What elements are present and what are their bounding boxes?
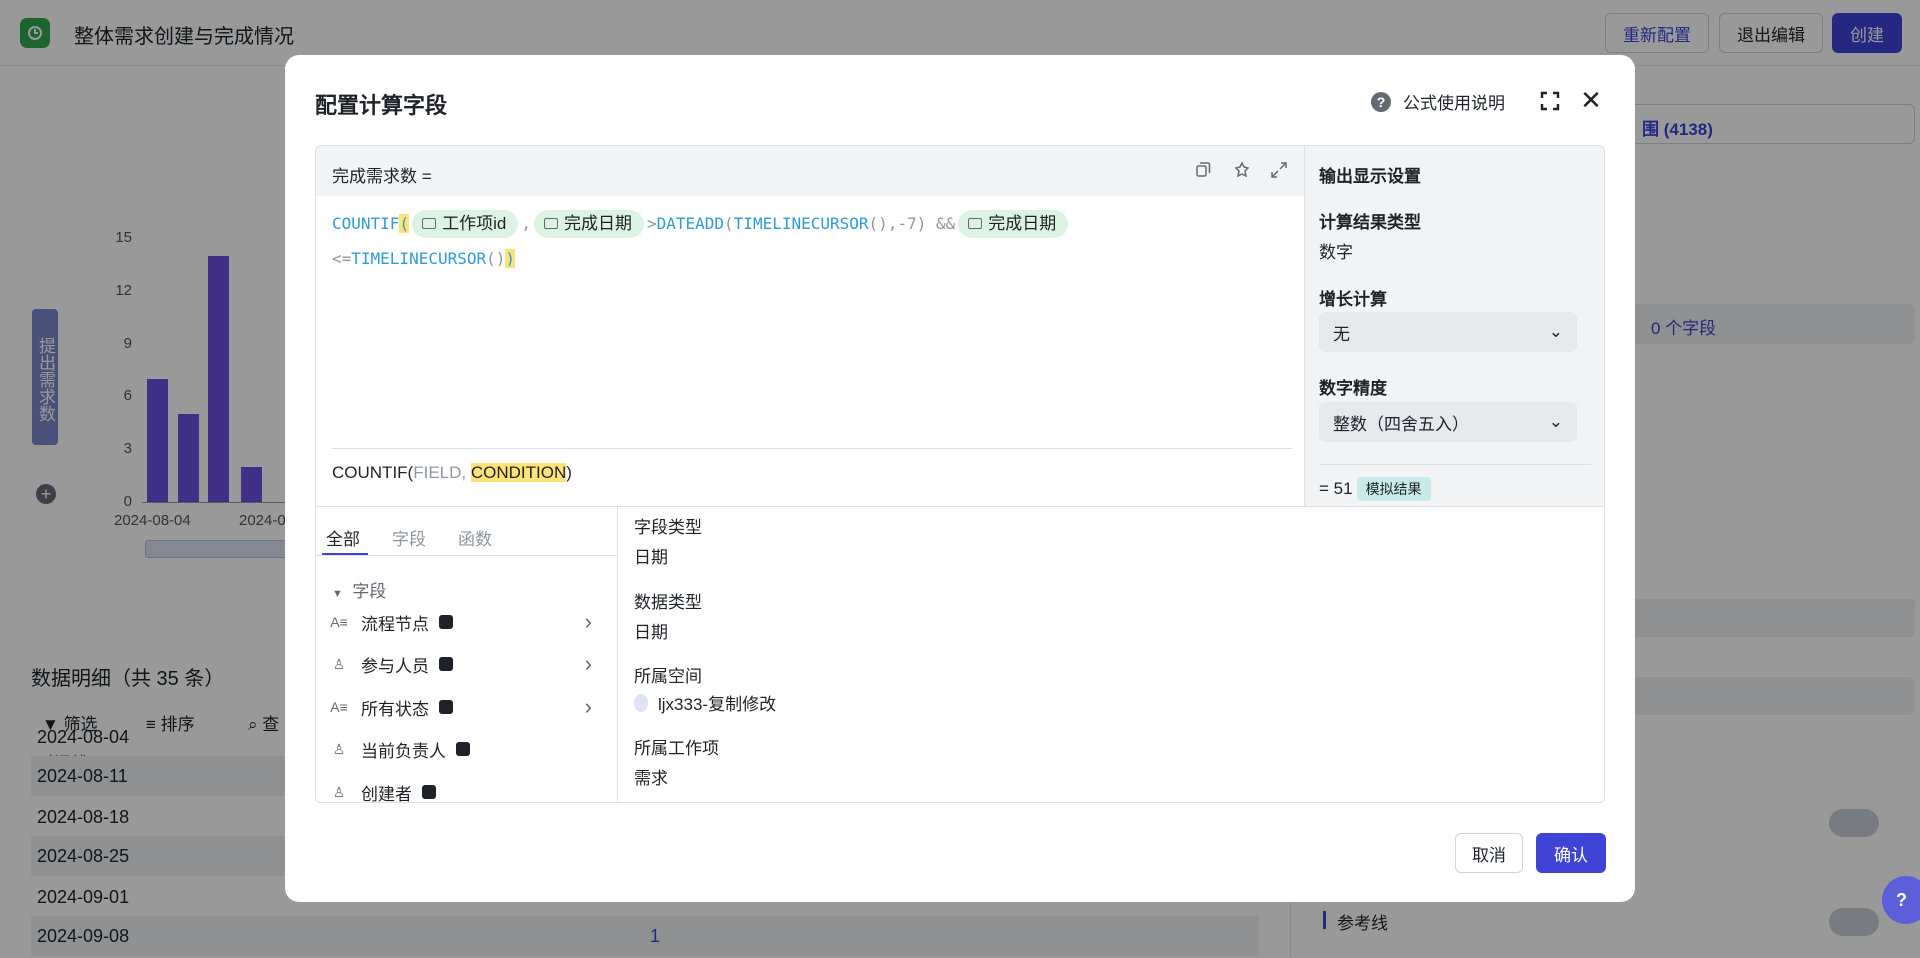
simulated-result: = 51 模拟结果 [1319,464,1591,501]
field-item[interactable]: A≡ 所有状态 › [330,689,612,725]
output-settings-title: 输出显示设置 [1319,167,1421,186]
text-field-icon: A≡ [330,699,348,715]
field-properties: 字段类型 日期 数据类型 日期 所属空间 ljx333-复制修改 所属工作项 需… [618,506,1604,802]
divider [316,555,617,556]
workitem-value: 需求 [634,769,668,788]
simulated-tag: 模拟结果 [1356,477,1431,501]
help-icon: ? [1371,91,1391,112]
precision-select[interactable]: 整数（四舍五入） ⌄ [1319,402,1577,442]
growth-label: 增长计算 [1319,290,1387,309]
field-item[interactable]: ♙ 当前负责人 [330,731,612,767]
field-chip-label: 完成日期 [988,214,1057,233]
tab-all[interactable]: 全部 [326,525,360,550]
field-chip[interactable]: 完成日期 [958,210,1069,238]
database-icon [422,785,436,799]
database-icon [439,700,453,714]
code-token: COUNTIF [332,214,400,233]
field-type-value: 日期 [634,548,668,567]
field-type-label: 字段类型 [634,518,702,537]
field-chip[interactable]: 工作项id [412,210,519,238]
chevron-right-icon: › [584,609,592,634]
function-signature: COUNTIF(FIELD, CONDITION) [332,448,1292,483]
database-icon [456,742,470,756]
dialog-title: 配置计算字段 [315,93,448,118]
cancel-button[interactable]: 取消 [1455,833,1523,873]
code-token: TIMELINECURSOR [733,214,869,233]
result-type-label: 计算结果类型 [1319,213,1421,232]
field-item[interactable]: A≡ 流程节点 › [330,604,612,640]
formula-code[interactable]: COUNTIF(工作项id, 完成日期 >DATEADD(TIMELINECURSO… [332,206,1292,276]
result-type-value: 数字 [1319,243,1353,262]
user-field-icon: ♙ [332,655,346,672]
code-token: () [486,249,506,268]
space-value: ljx333-复制修改 [634,690,776,715]
space-label: 所属空间 [634,667,702,686]
user-field-icon: ♙ [332,783,346,800]
code-token: (), [868,214,898,233]
database-icon [439,657,453,671]
close-icon[interactable]: ✕ [1579,87,1603,113]
formula-name: 完成需求数 = [332,167,432,186]
code-token: <= [332,249,352,268]
code-token: DATEADD [656,214,725,233]
space-avatar-icon [634,693,648,712]
precision-label: 数字精度 [1319,379,1387,398]
user-field-icon: ♙ [332,740,346,757]
field-section-header[interactable]: ▼ 字段 [332,577,386,602]
output-settings: 输出显示设置 计算结果类型 数字 增长计算 无 ⌄ 数字精度 整数（四舍五入） ⌄ … [1304,146,1604,506]
code-token: ) [505,249,516,268]
chevron-right-icon: › [584,694,592,719]
formula-help-link[interactable]: ? 公式使用说明 [1371,89,1505,114]
field-chip-label: 工作项id [442,214,507,233]
expand-editor-icon[interactable] [1270,161,1290,181]
copy-icon[interactable] [1194,161,1214,181]
field-browser: 全部 字段 函数 ▼ 字段 A≡ 流程节点 › ♙ 参与人员 › A≡ 所有状态 › ♙ 当前… [316,506,618,802]
fullscreen-icon[interactable] [1540,91,1560,111]
database-icon [439,615,453,629]
data-type-value: 日期 [634,623,668,642]
text-field-icon: A≡ [330,614,348,630]
confirm-button[interactable]: 确认 [1536,833,1606,873]
code-token: TIMELINECURSOR [351,249,487,268]
help-label: 公式使用说明 [1403,94,1505,113]
field-item[interactable]: ♙ 创建者 [330,774,612,802]
data-type-label: 数据类型 [634,593,702,612]
workitem-label: 所属工作项 [634,739,719,758]
code-token: > [646,214,657,233]
field-chip[interactable]: 完成日期 [533,210,644,238]
code-token: -7) [897,214,927,233]
chevron-down-icon: ⌄ [1548,322,1563,341]
tab-fields[interactable]: 字段 [392,525,426,550]
tab-functions[interactable]: 函数 [458,525,492,550]
calc-field-dialog: 配置计算字段 ? 公式使用说明 ✕ 完成需求数 = COUNTIF(工作项id,… [285,55,1635,902]
chevron-down-icon: ⌄ [1548,412,1563,431]
formula-header: 完成需求数 = [316,146,1304,196]
field-chip-label: 完成日期 [563,214,632,233]
code-token: && [935,214,956,233]
growth-select[interactable]: 无 ⌄ [1319,312,1577,352]
format-icon[interactable] [1233,161,1253,181]
formula-editor: 完成需求数 = COUNTIF(工作项id, 完成日期 >DATEADD(TIMEL… [315,145,1605,803]
field-item[interactable]: ♙ 参与人员 › [330,646,612,682]
chevron-right-icon: › [584,651,592,676]
